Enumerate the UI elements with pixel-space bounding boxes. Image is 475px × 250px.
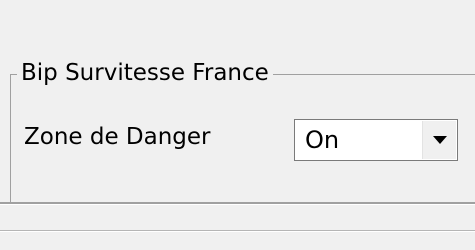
danger-zone-value: On: [305, 126, 340, 154]
dropdown-button[interactable]: [422, 121, 456, 159]
chevron-down-icon: [433, 136, 447, 144]
groupbox-title: Bip Survitesse France: [17, 57, 273, 89]
danger-zone-label: Zone de Danger: [24, 124, 211, 150]
danger-zone-dropdown[interactable]: On: [294, 119, 458, 161]
separator-line-lower: [0, 230, 475, 232]
separator-line: [0, 202, 475, 205]
